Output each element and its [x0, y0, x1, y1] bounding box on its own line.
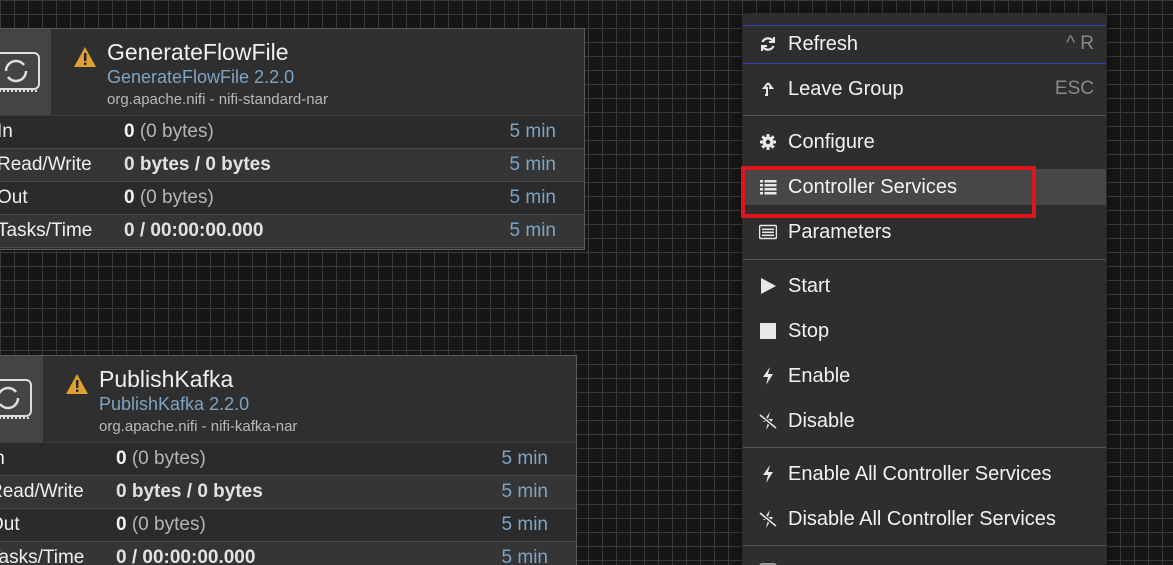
processor-generateflowfile[interactable]: GenerateFlowFile GenerateFlowFile 2.2.0 …	[0, 28, 585, 250]
processor-name: GenerateFlowFile	[107, 39, 289, 65]
stat-row-in: In 0 (0 bytes) 5 min	[0, 116, 584, 149]
stat-label: Tasks/Time	[0, 547, 85, 565]
stat-row-in: In 0 (0 bytes) 5 min	[0, 443, 576, 476]
processor-bundle: org.apache.nifi - nifi-kafka-nar	[99, 418, 298, 435]
menu-item-label: Refresh	[788, 33, 859, 55]
menu-item-enable-all-controller-services[interactable]: Enable All Controller Services	[743, 456, 1106, 492]
menu-item-cut-off[interactable]	[743, 553, 1106, 565]
stat-label: Read/Write	[0, 154, 92, 175]
stat-label: In	[0, 443, 5, 475]
warning-icon[interactable]	[73, 46, 97, 68]
stat-time: 5 min	[501, 547, 548, 565]
processor-icon	[0, 29, 51, 115]
menu-item-leave-group[interactable]: Leave Group ESC	[743, 71, 1106, 107]
menu-item-shortcut: ^ R	[1066, 33, 1094, 54]
processor-type: GenerateFlowFile 2.2.0	[107, 67, 295, 87]
stat-time: 5 min	[501, 514, 548, 535]
bolt-off-icon	[759, 510, 777, 528]
stop-icon	[760, 323, 776, 339]
menu-item-stop[interactable]: Stop	[743, 313, 1106, 349]
menu-item-label: Configure	[788, 131, 875, 153]
menu-item-controller-services[interactable]: Controller Services	[743, 169, 1106, 205]
menu-item-label: Leave Group	[788, 78, 904, 100]
stat-time: 5 min	[509, 187, 556, 208]
stat-label: Read/Write	[0, 481, 84, 502]
menu-item-label: Start	[788, 275, 831, 297]
stat-value: 0 bytes / 0 bytes	[116, 481, 263, 502]
stat-value: 0 (0 bytes)	[116, 448, 206, 469]
processor-type: PublishKafka 2.2.0	[99, 394, 250, 414]
stat-value: 0 (0 bytes)	[124, 121, 214, 142]
processor-header: PublishKafka PublishKafka 2.2.0 org.apac…	[0, 356, 576, 443]
menu-item-label: Enable All Controller Services	[788, 463, 1052, 485]
processor-name: PublishKafka	[99, 366, 234, 392]
menu-item-label: Enable	[788, 365, 851, 387]
stat-time: 5 min	[509, 220, 556, 241]
menu-item-refresh[interactable]: Refresh ^ R	[743, 25, 1106, 64]
gear-icon	[760, 134, 776, 150]
menu-item-start[interactable]: Start	[743, 268, 1106, 304]
stat-time: 5 min	[509, 121, 556, 142]
menu-item-parameters[interactable]: Parameters	[743, 214, 1106, 250]
parameters-icon	[759, 224, 777, 240]
stat-time: 5 min	[501, 448, 548, 469]
menu-item-label: Disable	[788, 410, 855, 432]
menu-item-label: Disable All Controller Services	[788, 508, 1056, 530]
menu-item-label: Controller Services	[788, 176, 957, 198]
stat-label: In	[0, 121, 13, 142]
menu-divider	[743, 447, 1106, 448]
stat-row-out: Out 0 (0 bytes) 5 min	[0, 509, 576, 542]
processor-header: GenerateFlowFile GenerateFlowFile 2.2.0 …	[0, 29, 584, 116]
menu-item-shortcut: ESC	[1054, 78, 1094, 99]
stat-label: Out	[0, 187, 28, 208]
stat-label: Tasks/Time	[0, 220, 93, 241]
menu-item-disable-all-controller-services[interactable]: Disable All Controller Services	[743, 501, 1106, 537]
context-menu: Refresh ^ R Leave Group ESC Configure Co…	[743, 13, 1106, 565]
stat-time: 5 min	[501, 481, 548, 502]
stat-time: 5 min	[509, 154, 556, 175]
stat-label: Out	[0, 514, 20, 535]
stat-value: 0 bytes / 0 bytes	[124, 154, 271, 175]
menu-divider	[743, 115, 1106, 116]
bolt-off-icon	[759, 412, 777, 430]
bolt-icon	[763, 367, 773, 385]
warning-icon[interactable]	[65, 373, 89, 395]
leave-group-icon	[761, 82, 775, 96]
processor-bundle: org.apache.nifi - nifi-standard-nar	[107, 91, 328, 108]
menu-item-configure[interactable]: Configure	[743, 124, 1106, 160]
menu-divider	[743, 545, 1106, 546]
stat-value: 0 (0 bytes)	[124, 187, 214, 208]
stat-row-read-write: Read/Write 0 bytes / 0 bytes 5 min	[0, 476, 576, 509]
stat-value: 0 / 00:00:00.000	[124, 220, 264, 241]
stat-row-out: Out 0 (0 bytes) 5 min	[0, 182, 584, 215]
bolt-icon	[763, 465, 773, 483]
processor-icon	[0, 356, 43, 442]
stat-value: 0 (0 bytes)	[116, 514, 206, 535]
menu-item-label: Stop	[788, 320, 830, 342]
refresh-icon	[761, 37, 775, 51]
stat-value: 0 / 00:00:00.000	[116, 547, 256, 565]
stat-row-tasks-time: Tasks/Time 0 / 00:00:00.000 5 min	[0, 542, 576, 565]
menu-item-enable[interactable]: Enable	[743, 358, 1106, 394]
stat-row-read-write: Read/Write 0 bytes / 0 bytes 5 min	[0, 149, 584, 182]
menu-item-disable[interactable]: Disable	[743, 403, 1106, 439]
menu-item-label: Parameters	[788, 221, 892, 243]
processor-publishkafka[interactable]: PublishKafka PublishKafka 2.2.0 org.apac…	[0, 355, 577, 565]
play-icon	[761, 278, 776, 294]
stat-row-tasks-time: Tasks/Time 0 / 00:00:00.000 5 min	[0, 215, 584, 248]
menu-divider	[743, 259, 1106, 260]
list-icon	[760, 180, 777, 195]
